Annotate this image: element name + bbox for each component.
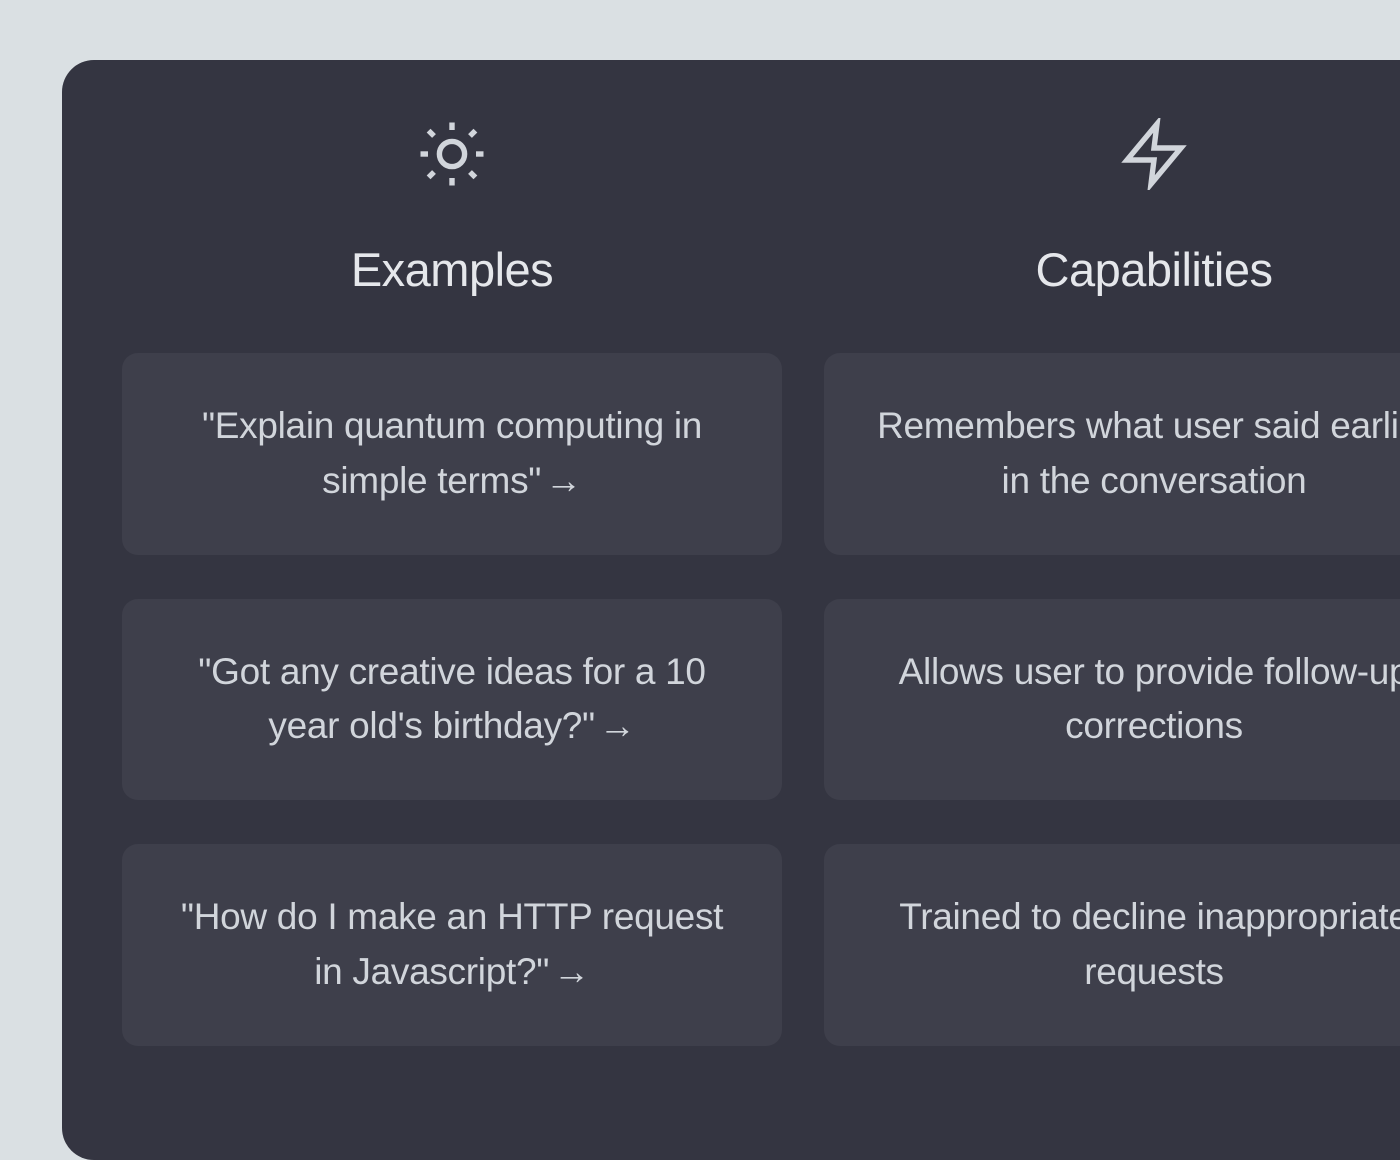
main-panel: Examples "Explain quantum computing in s… (62, 60, 1400, 1160)
cards-capabilities: Remembers what user said earlier in the … (824, 353, 1400, 1046)
column-title-examples: Examples (351, 242, 553, 297)
sun-icon (416, 118, 488, 190)
arrow-icon: → (553, 945, 590, 1000)
cards-examples: "Explain quantum computing in simple ter… (122, 353, 782, 1046)
example-text: "How do I make an HTTP request in Javasc… (181, 896, 723, 992)
bolt-icon (1118, 118, 1190, 190)
column-examples: Examples "Explain quantum computing in s… (122, 118, 782, 1046)
example-card-quantum[interactable]: "Explain quantum computing in simple ter… (122, 353, 782, 555)
capability-text: Allows user to provide follow-up correct… (899, 651, 1400, 747)
example-card-http[interactable]: "How do I make an HTTP request in Javasc… (122, 844, 782, 1046)
arrow-icon: → (599, 699, 636, 754)
capability-card-remembers: Remembers what user said earlier in the … (824, 353, 1400, 555)
arrow-icon: → (545, 454, 582, 509)
capability-card-decline: Trained to decline inappropriate request… (824, 844, 1400, 1046)
column-capabilities: Capabilities Remembers what user said ea… (824, 118, 1400, 1046)
capability-card-followup: Allows user to provide follow-up correct… (824, 599, 1400, 801)
columns-container: Examples "Explain quantum computing in s… (122, 118, 1400, 1046)
capability-text: Remembers what user said earlier in the … (877, 405, 1400, 501)
example-card-birthday[interactable]: "Got any creative ideas for a 10 year ol… (122, 599, 782, 801)
column-title-capabilities: Capabilities (1036, 242, 1273, 297)
capability-text: Trained to decline inappropriate request… (899, 896, 1400, 992)
example-text: "Explain quantum computing in simple ter… (202, 405, 702, 501)
